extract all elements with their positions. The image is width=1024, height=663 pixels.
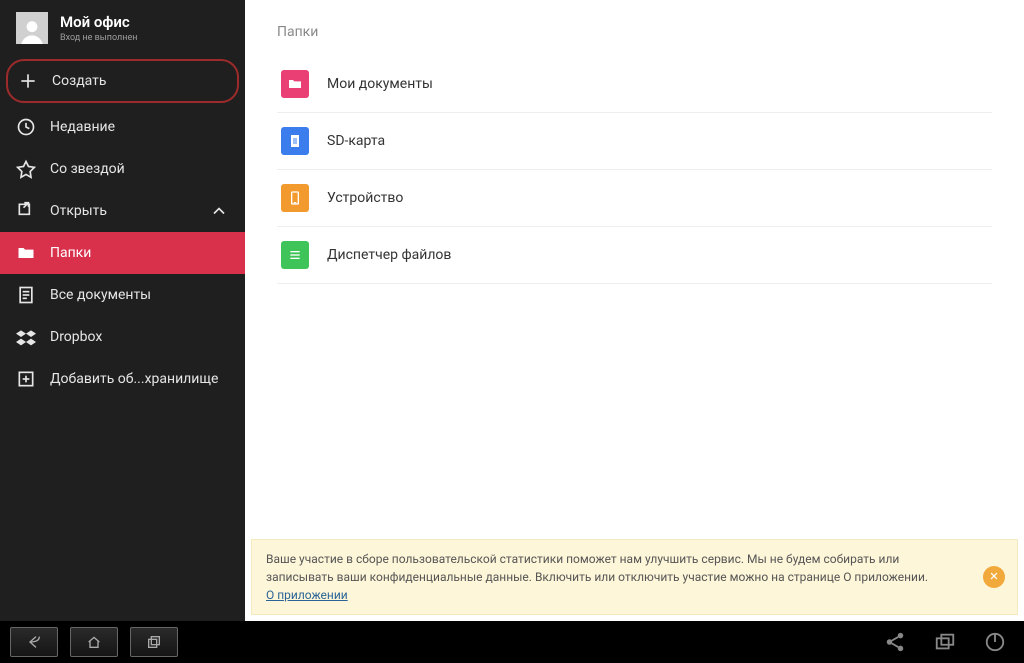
folder-item[interactable]: Диспетчер файлов: [277, 227, 992, 284]
profile-text: Мой офис Вход не выполнен: [60, 13, 137, 43]
chevron-up-icon: [209, 201, 229, 221]
create-label: Создать: [52, 73, 107, 89]
open-subitems: Папки Все документы Dropbox Добавить об.…: [0, 232, 245, 400]
star-icon: [16, 159, 36, 179]
content-area: Папки Мои документы SD-карта Устройство Дис…: [245, 0, 1024, 533]
list-icon: [281, 241, 309, 269]
avatar: [16, 12, 48, 44]
folder-label: SD-карта: [327, 133, 385, 149]
plus-icon: [18, 71, 38, 91]
folder-list: Мои документы SD-карта Устройство Диспетчер…: [277, 56, 992, 284]
phone-icon: [281, 184, 309, 212]
folder-item[interactable]: Устройство: [277, 170, 992, 227]
sidebar-item-alldocs[interactable]: Все документы: [0, 274, 245, 316]
dropbox-label: Dropbox: [50, 329, 102, 345]
windows-icon[interactable]: [926, 623, 964, 661]
folder-icon: [16, 243, 36, 263]
alldocs-label: Все документы: [50, 287, 151, 303]
power-icon[interactable]: [976, 623, 1014, 661]
main-content: Папки Мои документы SD-карта Устройство Дис…: [245, 0, 1024, 621]
home-button[interactable]: [70, 627, 118, 657]
create-button[interactable]: Создать: [6, 59, 239, 103]
sidebar: Мой офис Вход не выполнен Создать Недавн…: [0, 0, 245, 621]
profile-subtitle: Вход не выполнен: [60, 33, 137, 43]
sidebar-item-open[interactable]: Открыть: [0, 190, 245, 232]
document-icon: [281, 127, 309, 155]
sidebar-item-folders[interactable]: Папки: [0, 232, 245, 274]
starred-label: Со звездой: [50, 161, 125, 177]
open-icon: [16, 201, 36, 221]
share-icon[interactable]: [876, 623, 914, 661]
banner-text: Ваше участие в сборе пользовательской ст…: [266, 552, 928, 584]
back-button[interactable]: [10, 627, 58, 657]
sidebar-item-dropbox[interactable]: Dropbox: [0, 316, 245, 358]
folder-label: Мои документы: [327, 76, 433, 92]
close-icon: [989, 568, 999, 586]
banner-link[interactable]: О приложении: [266, 588, 348, 602]
recent-apps-button[interactable]: [130, 627, 178, 657]
sidebar-item-recent[interactable]: Недавние: [0, 106, 245, 148]
folder-item[interactable]: SD-карта: [277, 113, 992, 170]
sidebar-item-starred[interactable]: Со звездой: [0, 148, 245, 190]
folder-icon: [281, 70, 309, 98]
recent-label: Недавние: [50, 119, 115, 135]
section-title: Папки: [277, 24, 992, 40]
system-navigation-bar: [0, 621, 1024, 663]
profile-title: Мой офис: [60, 13, 137, 31]
folders-label: Папки: [50, 245, 91, 261]
dropbox-icon: [16, 327, 36, 347]
folder-label: Устройство: [327, 190, 403, 206]
notice-banner: Ваше участие в сборе пользовательской ст…: [251, 539, 1018, 615]
clock-icon: [16, 117, 36, 137]
folder-label: Диспетчер файлов: [327, 247, 451, 263]
app-container: Мой офис Вход не выполнен Создать Недавн…: [0, 0, 1024, 621]
document-icon: [16, 285, 36, 305]
add-box-icon: [16, 369, 36, 389]
open-label: Открыть: [50, 203, 107, 219]
banner-close-button[interactable]: [983, 566, 1005, 588]
profile-block[interactable]: Мой офис Вход не выполнен: [0, 0, 245, 56]
sidebar-item-addstorage[interactable]: Добавить об...хранилище: [0, 358, 245, 400]
addstorage-label: Добавить об...хранилище: [50, 371, 218, 387]
folder-item[interactable]: Мои документы: [277, 56, 992, 113]
